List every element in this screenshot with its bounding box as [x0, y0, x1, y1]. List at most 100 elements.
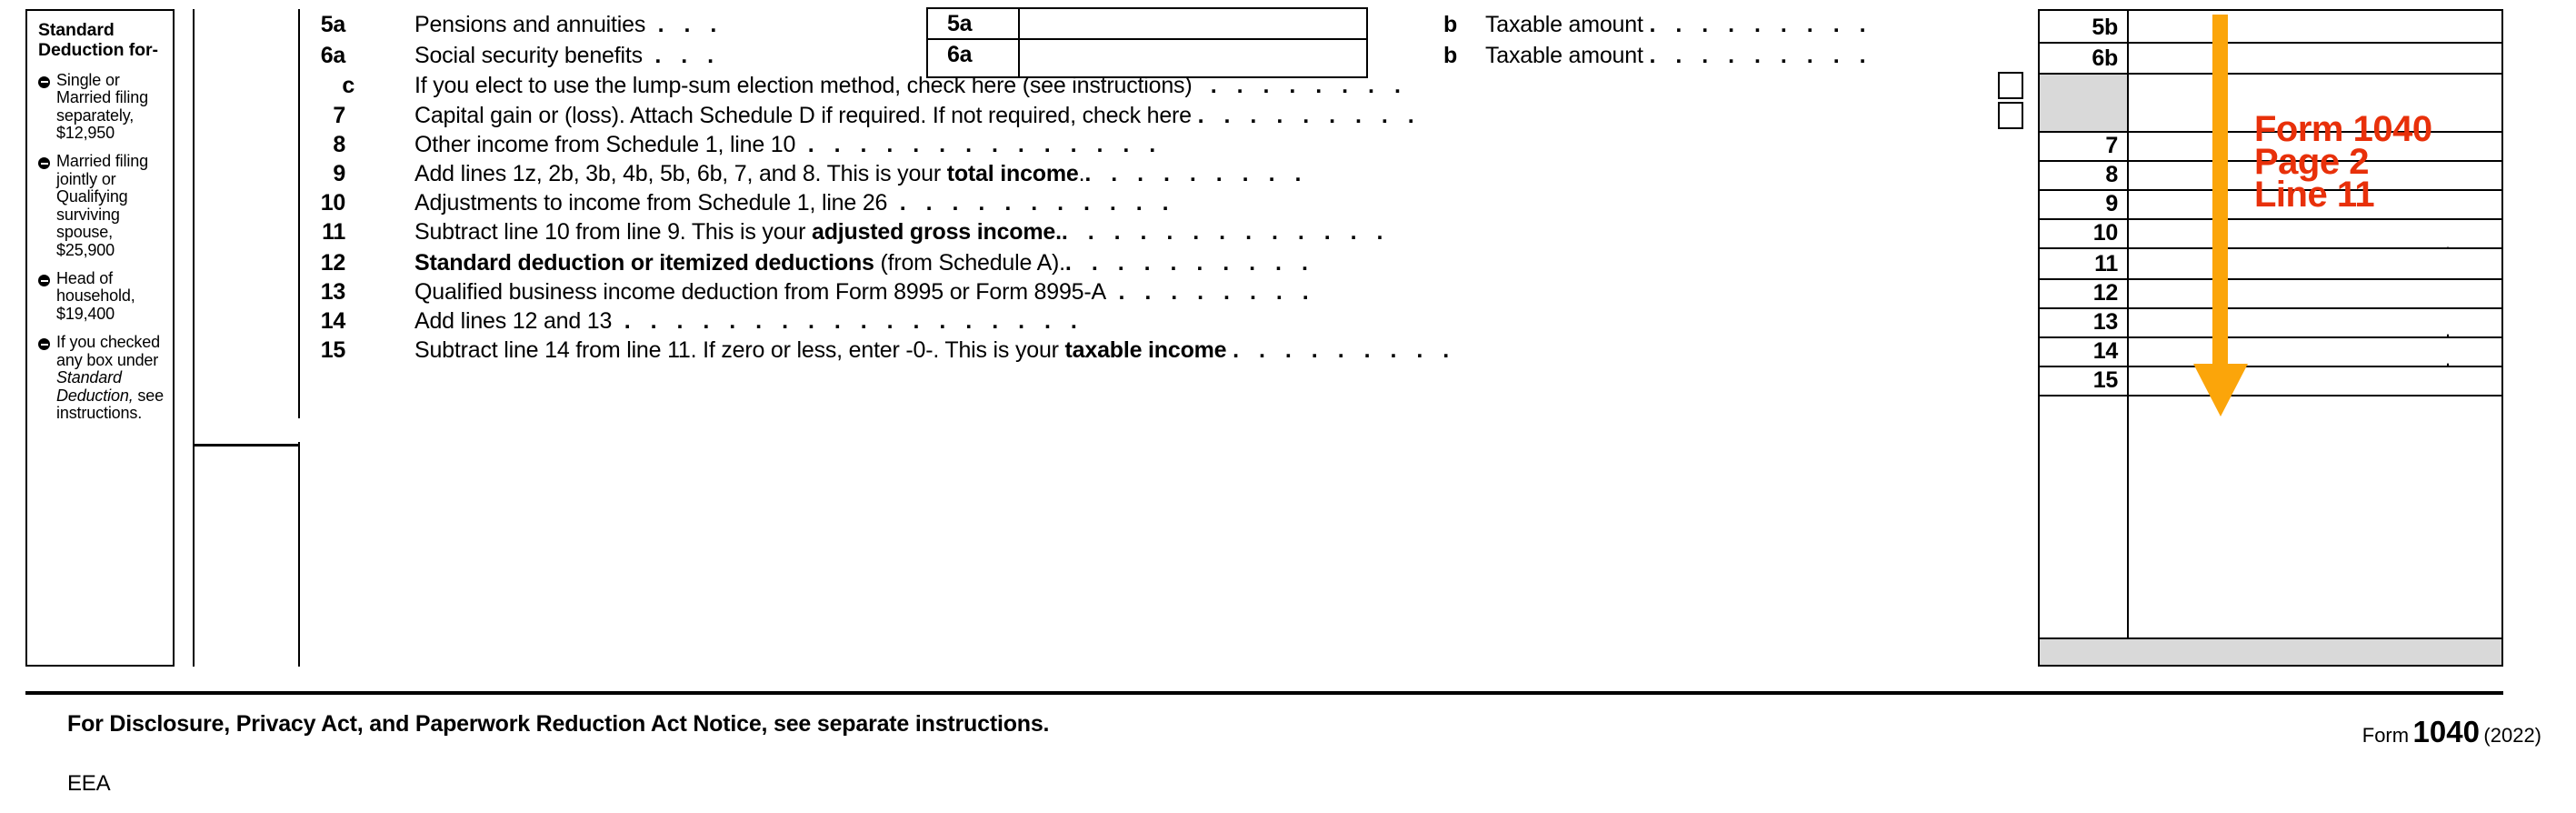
row-label-15-lead: Subtract line 14 from line 11. If zero o… — [414, 337, 1065, 363]
footer-divider — [25, 691, 2503, 695]
row-label-10-text: Adjustments to income from Schedule 1, l… — [414, 190, 888, 216]
row-number-5a: 5a — [320, 12, 346, 37]
grid-number-9: 9 — [2105, 191, 2118, 216]
grid-number-8: 8 — [2105, 162, 2118, 187]
line-number-column-rule-lower — [298, 455, 300, 667]
row-label-11-lead: Subtract line 10 from line 9. This is yo… — [414, 219, 812, 245]
row-letter-b-6b: b — [1443, 43, 1458, 68]
row-label-14-text: Add lines 12 and 13 — [414, 308, 613, 334]
sidebar-title-line2: Deduction for- — [38, 39, 158, 60]
row-label-10: Adjustments to income from Schedule 1, l… — [414, 190, 1175, 216]
amount-grid: 5b 6b 7 8 9 10 11 12 13 14 15 . . . — [2038, 9, 2503, 667]
row-label-12-plain: (from Schedule A) — [874, 250, 1060, 276]
row-number-9: 9 — [333, 161, 345, 186]
sidebar-item-head-of-household-label: Head of household, $19,400 — [56, 269, 135, 323]
row-label-9-bold: total income — [946, 161, 1079, 186]
sidebar-item-single-label: Single or Married filing separately, $12… — [56, 70, 148, 142]
amount-box-tag-6a: 6a — [947, 42, 973, 67]
row-label-14: Add lines 12 and 13 . . . . . . . . . . … — [414, 308, 1083, 335]
footer-form-identifier: Form 1040 (2022) — [2362, 715, 2541, 749]
grid-amount-cell-14[interactable] — [2129, 338, 2500, 364]
row-label-13: Qualified business income deduction from… — [414, 279, 1315, 306]
row-label-15-bold: taxable income — [1064, 337, 1227, 363]
sidebar-title: Standard Deduction for- — [38, 20, 165, 61]
grid-number-12: 12 — [2092, 280, 2119, 306]
row-label-7: Capital gain or (loss). Attach Schedule … — [414, 103, 1421, 129]
row-number-7: 7 — [333, 103, 345, 128]
grid-number-13: 13 — [2092, 309, 2119, 335]
grid-shaded-cell-bottom — [2040, 637, 2501, 667]
grid-number-7: 7 — [2105, 133, 2118, 158]
footer-notice: For Disclosure, Privacy Act, and Paperwo… — [67, 711, 1050, 737]
sidebar-title-line1: Standard — [38, 20, 115, 40]
standard-deduction-sidebar: Standard Deduction for- Single or Marrie… — [25, 9, 175, 667]
row-label-9: Add lines 1z, 2b, 3b, 4b, 5b, 6b, 7, and… — [414, 161, 1308, 187]
grid-amount-cell-11[interactable] — [2129, 251, 2500, 276]
row-leader-c: . . . . . . . . — [1210, 73, 1408, 98]
grid-amount-cell-6b[interactable] — [2129, 44, 2500, 71]
row-number-10: 10 — [320, 190, 346, 216]
grid-amount-cell-12[interactable] — [2129, 280, 2500, 306]
sidebar-item-single: Single or Married filing separately, $12… — [38, 70, 165, 143]
row-label-12-bold: Standard deduction or itemized deduction… — [414, 250, 874, 276]
row-label-8-text: Other income from Schedule 1, line 10 — [414, 132, 796, 157]
grid-rule-10 — [2038, 247, 2503, 249]
grid-number-15: 15 — [2092, 367, 2119, 393]
grid-number-11: 11 — [2094, 251, 2118, 276]
sidebar-item-married-jointly: Married filing jointly or Qualifying sur… — [38, 153, 165, 259]
row-label-6a-text: Social security benefits — [414, 43, 643, 68]
row-leader-9: . . . . . . . . . — [1084, 161, 1308, 186]
annotation-arrow-head-icon — [2193, 364, 2248, 417]
row-leader-13: . . . . . . . . — [1118, 279, 1316, 305]
grid-shaded-cell-c — [2040, 73, 2127, 131]
sidebar-item-married-jointly-label: Married filing jointly or Qualifying sur… — [56, 152, 148, 259]
grid-amount-cell-10[interactable] — [2129, 220, 2500, 246]
line-12-separator-rule — [193, 444, 300, 447]
row-label-5a-text: Pensions and annuities — [414, 12, 646, 37]
bullet-icon — [38, 157, 50, 170]
sidebar-item-checked-box: If you checked any box under Standard De… — [38, 334, 165, 422]
row-label-6b: Taxable amount . . . . . . . . . — [1485, 43, 1872, 69]
row-leader-15: . . . . . . . . . — [1233, 337, 1456, 363]
footer-eea: EEA — [67, 771, 111, 796]
row-leader-7: . . . . . . . . . — [1197, 103, 1422, 128]
cents-marker-15: . — [2445, 347, 2451, 370]
annotation-arrow-shaft-icon — [2212, 15, 2228, 369]
bullet-icon — [38, 338, 50, 351]
checkbox-schedule-d-not-required[interactable] — [1998, 102, 2023, 129]
grid-number-5b: 5b — [2092, 15, 2118, 40]
row-number-14: 14 — [320, 308, 346, 334]
row-leader-6b: . . . . . . . . . — [1649, 43, 1873, 68]
row-label-15: Subtract line 14 from line 11. If zero o… — [414, 337, 1456, 364]
grid-rule-bottom — [2038, 665, 2503, 667]
row-number-c: c — [342, 73, 354, 98]
grid-amount-cell-15[interactable] — [2129, 367, 2500, 393]
row-label-5b-text: Taxable amount — [1485, 12, 1643, 37]
row-letter-b-5b: b — [1443, 12, 1458, 37]
annotation-line-line-11: Line 11 — [2254, 175, 2375, 215]
row-leader-5b: . . . . . . . . . — [1649, 12, 1873, 37]
row-label-11-bold: adjusted gross income. — [811, 219, 1062, 245]
amount-box-tag-5a: 5a — [947, 11, 973, 36]
grid-amount-cell-5b[interactable] — [2129, 11, 2500, 40]
form-1040-page-fragment: Standard Deduction for- Single or Marrie… — [0, 0, 2576, 813]
row-label-5a: Pensions and annuities . . . — [414, 12, 724, 38]
row-number-8: 8 — [333, 132, 345, 157]
row-label-9-lead: Add lines 1z, 2b, 3b, 4b, 5b, 6b, 7, and… — [414, 161, 947, 186]
grid-amount-cell-13[interactable] — [2129, 309, 2500, 335]
checkbox-lump-sum-election[interactable] — [1998, 72, 2023, 99]
row-leader-10: . . . . . . . . . . . — [899, 190, 1176, 216]
cents-marker-14: . — [2445, 318, 2451, 341]
row-label-6b-text: Taxable amount — [1485, 43, 1643, 68]
row-label-7-text: Capital gain or (loss). Attach Schedule … — [414, 103, 1192, 128]
row-leader-6a: . . . — [654, 43, 721, 68]
sidebar-item-checked-box-italic: Standard Deduction, — [56, 368, 134, 405]
footer-form-year: (2022) — [2483, 724, 2541, 747]
row-leader-5a: . . . — [657, 12, 724, 37]
row-label-12: Standard deduction or itemized deduction… — [414, 250, 1314, 276]
row-label-11: Subtract line 10 from line 9. This is yo… — [414, 219, 1390, 246]
row-number-15: 15 — [320, 337, 346, 363]
footer-form-number: 1040 — [2412, 715, 2480, 748]
row-label-12-tail: . — [1059, 250, 1065, 276]
sidebar-item-head-of-household: Head of household, $19,400 — [38, 269, 165, 323]
